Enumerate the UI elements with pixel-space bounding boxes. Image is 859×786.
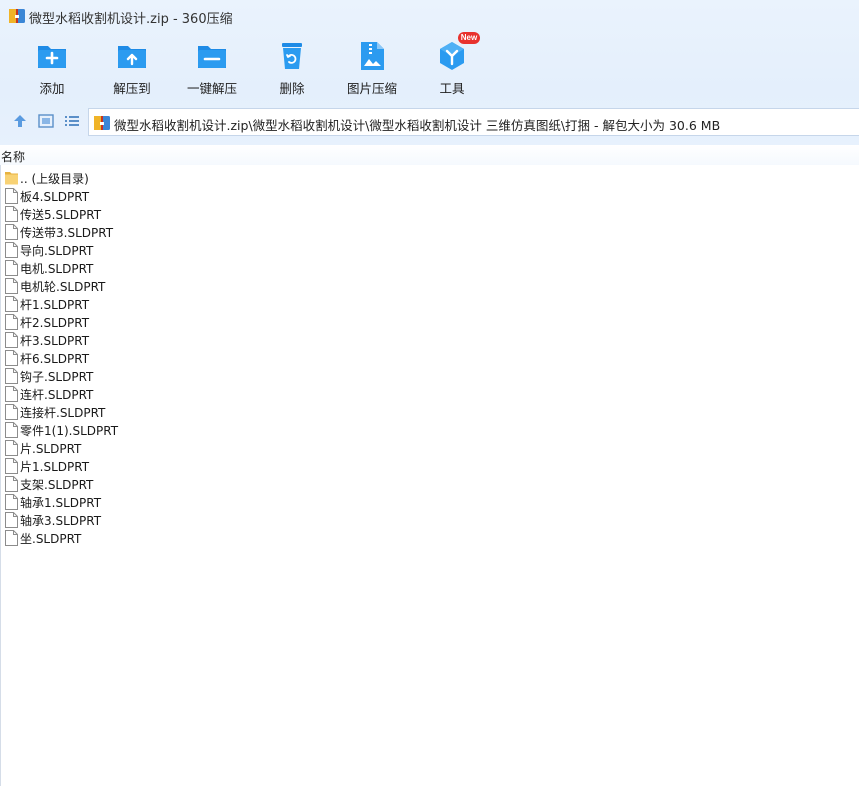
file-name: 杆3.SLDPRT bbox=[20, 334, 90, 348]
recycle-bin-icon bbox=[282, 43, 302, 69]
file-name: 钩子.SLDPRT bbox=[20, 370, 94, 384]
file-name: 杆2.SLDPRT bbox=[20, 316, 90, 330]
tools-label: 工具 bbox=[439, 81, 465, 96]
top-panel: 微型水稻收割机设计.zip - 360压缩 添加 解压到 一键解压 删除 图片压… bbox=[0, 0, 859, 148]
list-item[interactable]: 钩子.SLDPRT bbox=[0, 367, 859, 385]
image-compress-icon bbox=[361, 42, 384, 70]
file-icon bbox=[5, 350, 18, 366]
file-name: 片1.SLDPRT bbox=[20, 460, 90, 474]
file-icon bbox=[5, 512, 18, 528]
name-column-label: 名称 bbox=[1, 150, 26, 164]
list-item[interactable]: 导向.SLDPRT bbox=[0, 241, 859, 259]
file-list: .. (上级目录) 板4.SLDPRT 传送5.SLDPRT 传送带3.SLDPRT 导… bbox=[0, 169, 859, 547]
archive-app-icon bbox=[9, 9, 25, 23]
file-name: 电机轮.SLDPRT bbox=[20, 280, 106, 294]
list-item[interactable]: 杆1.SLDPRT bbox=[0, 295, 859, 313]
file-name: 片.SLDPRT bbox=[20, 442, 82, 456]
file-icon bbox=[5, 530, 18, 546]
list-item[interactable]: 板4.SLDPRT bbox=[0, 187, 859, 205]
extract-to-label: 解压到 bbox=[113, 81, 151, 96]
file-name: 支架.SLDPRT bbox=[20, 478, 94, 492]
file-name: 传送5.SLDPRT bbox=[20, 208, 102, 222]
file-name: 零件1(1).SLDPRT bbox=[20, 424, 119, 438]
image-compress-label: 图片压缩 bbox=[346, 81, 397, 96]
list-item[interactable]: 连杆.SLDPRT bbox=[0, 385, 859, 403]
file-icon bbox=[5, 440, 18, 456]
list-item[interactable]: 零件1(1).SLDPRT bbox=[0, 421, 859, 439]
file-name: 导向.SLDPRT bbox=[20, 244, 94, 258]
file-name: 坐.SLDPRT bbox=[20, 532, 82, 546]
delete-button[interactable]: 删除 bbox=[252, 38, 332, 98]
file-name: 杆6.SLDPRT bbox=[20, 352, 90, 366]
file-name: 电机.SLDPRT bbox=[20, 262, 94, 276]
window-title: 微型水稻收割机设计.zip - 360压缩 bbox=[29, 12, 233, 27]
file-icon bbox=[5, 404, 18, 420]
file-icon bbox=[5, 476, 18, 492]
list-item[interactable]: 轴承3.SLDPRT bbox=[0, 511, 859, 529]
list-item[interactable]: 连接杆.SLDPRT bbox=[0, 403, 859, 421]
add-button[interactable]: 添加 bbox=[12, 38, 92, 98]
list-item[interactable]: 传送5.SLDPRT bbox=[0, 205, 859, 223]
file-name: 连接杆.SLDPRT bbox=[20, 406, 106, 420]
one-click-extract-button[interactable]: 一键解压 bbox=[172, 38, 252, 98]
path-text: 微型水稻收割机设计.zip\微型水稻收割机设计\微型水稻收割机设计 三维仿真图纸… bbox=[114, 118, 721, 133]
file-icon bbox=[5, 368, 18, 384]
archive-icon bbox=[94, 116, 110, 130]
up-arrow-icon[interactable] bbox=[11, 113, 29, 129]
image-compress-button[interactable]: 图片压缩 bbox=[332, 38, 412, 98]
file-name: .. (上级目录) bbox=[20, 172, 89, 186]
file-icon bbox=[5, 386, 18, 402]
file-icon bbox=[5, 422, 18, 438]
add-folder-icon bbox=[38, 46, 66, 68]
list-item[interactable]: 电机.SLDPRT bbox=[0, 259, 859, 277]
file-icon bbox=[5, 314, 18, 330]
thumbnail-view-icon[interactable] bbox=[37, 113, 55, 129]
file-name: 板4.SLDPRT bbox=[20, 190, 90, 204]
one-click-extract-icon bbox=[198, 46, 226, 68]
file-name: 连杆.SLDPRT bbox=[20, 388, 94, 402]
file-name: 轴承1.SLDPRT bbox=[20, 496, 102, 510]
address-bar[interactable]: 微型水稻收割机设计.zip\微型水稻收割机设计\微型水稻收割机设计 三维仿真图纸… bbox=[88, 108, 859, 136]
tools-icon bbox=[440, 42, 464, 70]
file-name: 传送带3.SLDPRT bbox=[20, 226, 114, 240]
list-item[interactable]: 坐.SLDPRT bbox=[0, 529, 859, 547]
extract-to-icon bbox=[118, 46, 146, 68]
list-item[interactable]: 杆3.SLDPRT bbox=[0, 331, 859, 349]
file-icon bbox=[5, 224, 18, 240]
parent-directory-row[interactable]: .. (上级目录) bbox=[0, 169, 859, 187]
extract-to-button[interactable]: 解压到 bbox=[92, 38, 172, 98]
add-label: 添加 bbox=[39, 81, 65, 96]
file-icon bbox=[5, 188, 18, 204]
tools-button[interactable]: New 工具 bbox=[412, 32, 492, 98]
list-item[interactable]: 片.SLDPRT bbox=[0, 439, 859, 457]
list-view-icon[interactable] bbox=[63, 113, 81, 129]
file-name: 杆1.SLDPRT bbox=[20, 298, 90, 312]
list-item[interactable]: 传送带3.SLDPRT bbox=[0, 223, 859, 241]
file-icon bbox=[5, 242, 18, 258]
file-icon bbox=[5, 260, 18, 276]
list-item[interactable]: 杆2.SLDPRT bbox=[0, 313, 859, 331]
new-badge: New bbox=[458, 32, 480, 44]
delete-label: 删除 bbox=[279, 81, 305, 96]
folder-icon bbox=[5, 172, 18, 185]
list-item[interactable]: 片1.SLDPRT bbox=[0, 457, 859, 475]
list-item[interactable]: 杆6.SLDPRT bbox=[0, 349, 859, 367]
file-icon bbox=[5, 278, 18, 294]
file-icon bbox=[5, 458, 18, 474]
navigation-bar: 微型水稻收割机设计.zip\微型水稻收割机设计\微型水稻收割机设计 三维仿真图纸… bbox=[0, 106, 859, 138]
file-icon bbox=[5, 494, 18, 510]
file-icon bbox=[5, 332, 18, 348]
one-click-extract-label: 一键解压 bbox=[186, 81, 237, 96]
file-name: 轴承3.SLDPRT bbox=[20, 514, 102, 528]
title-bar: 微型水稻收割机设计.zip - 360压缩 bbox=[0, 0, 859, 32]
file-icon bbox=[5, 296, 18, 312]
list-item[interactable]: 支架.SLDPRT bbox=[0, 475, 859, 493]
file-icon bbox=[5, 206, 18, 222]
list-item[interactable]: 轴承1.SLDPRT bbox=[0, 493, 859, 511]
name-column-header[interactable]: 名称 bbox=[0, 145, 859, 165]
list-item[interactable]: 电机轮.SLDPRT bbox=[0, 277, 859, 295]
